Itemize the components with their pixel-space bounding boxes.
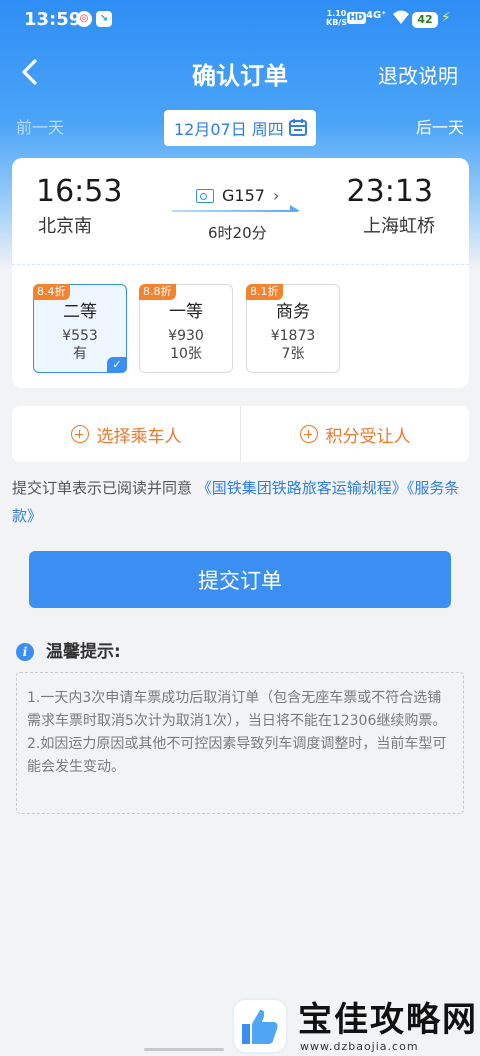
discount-badge: 8.4折 [33, 284, 70, 300]
status-time: 13:59 [24, 9, 82, 30]
arrival-time: 23:13 [346, 174, 433, 209]
departure-station: 北京南 [38, 216, 92, 237]
passenger-actions: 选择乘车人 积分受让人 [12, 406, 469, 462]
seat-class-name: 商务 [276, 302, 310, 322]
previous-day-button[interactable]: 前一天 [16, 116, 64, 140]
select-passenger-button[interactable]: 选择乘车人 [12, 406, 240, 462]
watermark-url: www.dzbaojia.com [300, 1040, 419, 1053]
transport-rules-link[interactable]: 《国铁集团铁路旅客运输规程》 [197, 479, 407, 497]
seat-price: ¥930 [168, 328, 204, 344]
discount-badge: 8.1折 [246, 284, 283, 300]
refund-change-policy-button[interactable]: 退改说明 [378, 58, 458, 94]
signal-icon: 4G⁺ [366, 10, 387, 21]
seat-price: ¥1873 [270, 328, 316, 344]
departure-time: 16:53 [36, 174, 123, 209]
seat-class-name: 二等 [63, 302, 97, 322]
train-info-card: 16:53 北京南 G157 › 6时20分 23:13 上海虹桥 8.4折 二… [12, 158, 469, 388]
tip-item: 2.如因运力原因或其他不可控因素导致列车调度调整时，当前车型可能会发生变动。 [27, 736, 447, 775]
discount-badge: 8.8折 [139, 284, 176, 300]
train-number: G157 [222, 186, 265, 205]
seat-option-business-class[interactable]: 8.1折 商务 ¥1873 7张 [246, 284, 340, 373]
battery-icon: 42 [412, 12, 438, 28]
watermark-logo [234, 1000, 286, 1052]
agreement-prefix: 提交订单表示已阅读并同意 [12, 479, 193, 497]
date-selector[interactable]: 12月07日 周四 [164, 110, 316, 146]
train-id-icon [196, 188, 214, 203]
chevron-right-icon: › [272, 186, 280, 205]
tip-item: 1.一天内3次申请车票成功后取消订单（包含无座车票或不符合选铺需求车票时取消5次… [27, 690, 447, 729]
status-bar: 13:59 ◎ ↘ 1.10 KB/S HD 4G⁺ 42 ⚡ [0, 0, 480, 40]
plus-circle-icon [299, 425, 318, 443]
check-icon: ✓ [107, 357, 127, 373]
train-number-link[interactable]: G157 › [196, 186, 279, 205]
travel-duration: 6时20分 [208, 224, 267, 242]
seat-option-second-class[interactable]: 8.4折 二等 ¥553 有 ✓ [33, 284, 127, 373]
route-arrow [172, 205, 300, 212]
submit-order-button[interactable]: 提交订单 [29, 551, 451, 608]
seat-availability: 7张 [281, 346, 305, 362]
seat-availability: 10张 [170, 346, 202, 362]
tips-title: 温馨提示: [46, 642, 121, 662]
calendar-icon [289, 119, 307, 136]
seat-option-first-class[interactable]: 8.8折 一等 ¥930 10张 [139, 284, 233, 373]
info-icon: i [16, 643, 34, 661]
selected-date: 12月07日 周四 [174, 120, 284, 139]
select-passenger-label: 选择乘车人 [96, 426, 182, 447]
seat-price: ¥553 [62, 328, 98, 344]
thumbs-up-icon [242, 1009, 278, 1044]
wifi-icon [392, 9, 410, 29]
back-button[interactable] [20, 58, 50, 94]
seat-class-name: 一等 [169, 302, 203, 322]
watermark-title: 宝佳攻略网 [298, 1000, 478, 1040]
netease-music-icon: ◎ [76, 11, 92, 27]
app-notification-icon: ↘ [96, 11, 112, 27]
chevron-left-icon [22, 59, 37, 85]
home-indicator[interactable] [144, 1048, 224, 1051]
points-recipient-button[interactable]: 积分受让人 [241, 406, 469, 462]
points-recipient-label: 积分受让人 [325, 426, 411, 447]
hd-icon: HD [347, 12, 367, 24]
plus-circle-icon [70, 425, 89, 443]
tips-box: 1.一天内3次申请车票成功后取消订单（包含无座车票或不符合选铺需求车票时取消5次… [16, 672, 464, 814]
charging-icon: ⚡ [441, 10, 451, 26]
agreement-text: 提交订单表示已阅读并同意 《国铁集团铁路旅客运输规程》《服务条款》 [12, 474, 468, 530]
card-divider [12, 264, 469, 265]
next-day-button[interactable]: 后一天 [416, 116, 464, 140]
network-speed: 1.10 KB/S [326, 9, 347, 27]
arrival-station: 上海虹桥 [363, 216, 435, 237]
